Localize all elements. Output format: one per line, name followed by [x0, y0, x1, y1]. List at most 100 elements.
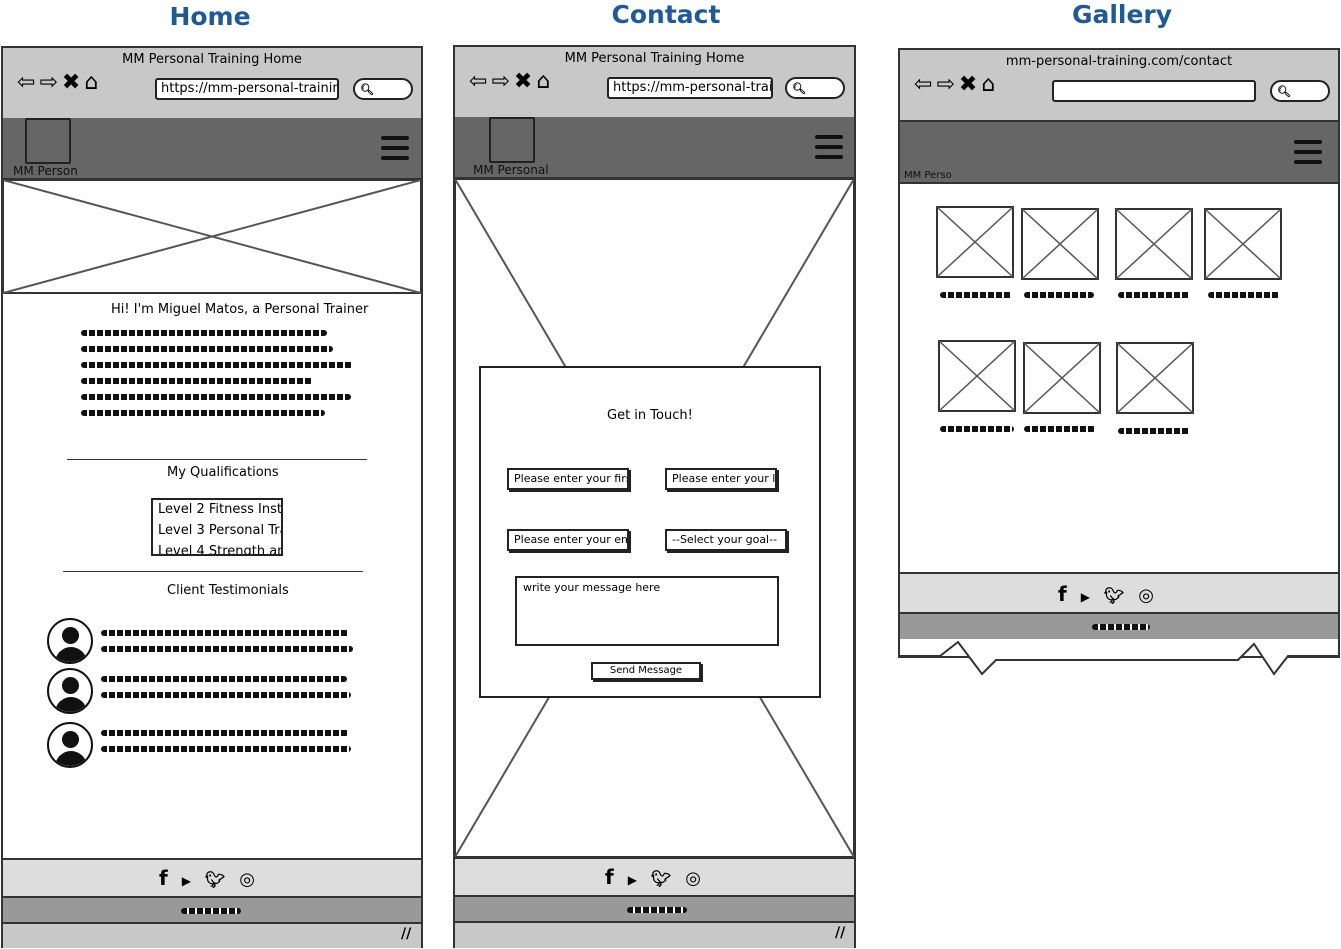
instagram-icon[interactable]: ◎	[239, 869, 269, 890]
status-bar: //	[3, 922, 421, 948]
copyright-text	[627, 907, 687, 913]
home-icon[interactable]: ⌂	[981, 72, 999, 97]
home-wireframe: MM Personal Training Home ⇦⇨✖⌂ https://m…	[1, 46, 423, 948]
copyright-text	[1092, 624, 1150, 630]
resize-handle[interactable]: //	[401, 926, 411, 942]
facebook-icon[interactable]: f	[1058, 582, 1081, 606]
site-header: MM Personal	[455, 117, 854, 179]
list-item: Level 2 Fitness Instr	[158, 502, 283, 517]
intro-heading: Hi! I'm Miguel Matos, a Personal Trainer	[111, 302, 369, 317]
arrow-left-icon[interactable]: ⇦	[17, 70, 39, 95]
instagram-icon[interactable]: ◎	[1138, 585, 1168, 606]
gallery-caption	[1208, 292, 1280, 298]
home-icon[interactable]: ⌂	[84, 70, 102, 95]
testimonial-text	[101, 746, 351, 752]
social-footer: f▶🐦︎◎	[3, 858, 421, 898]
url-input[interactable]	[1052, 80, 1256, 102]
hamburger-menu-icon[interactable]	[381, 136, 409, 166]
home-icon[interactable]: ⌂	[536, 69, 554, 94]
arrow-right-icon[interactable]: ⇨	[39, 70, 61, 95]
youtube-icon[interactable]: ▶	[182, 874, 205, 888]
copyright-text	[181, 908, 241, 914]
home-title: Home	[169, 2, 251, 31]
search-input[interactable]: 🔍︎	[353, 78, 413, 100]
facebook-icon[interactable]: f	[605, 865, 628, 889]
close-icon[interactable]: ✖	[62, 70, 84, 95]
gallery-image[interactable]	[1204, 208, 1282, 280]
testimonials-heading: Client Testimonials	[167, 583, 289, 598]
first-name-input[interactable]: Please enter your first	[507, 468, 629, 490]
gallery-image[interactable]	[1116, 342, 1194, 414]
window-title: mm-personal-training.com/contact	[1005, 54, 1233, 69]
form-heading: Get in Touch!	[607, 408, 693, 423]
resize-handle[interactable]: //	[835, 925, 845, 941]
gallery-caption	[1118, 292, 1190, 298]
gallery-image[interactable]	[938, 340, 1016, 412]
list-item: Level 4 Strength and	[158, 544, 283, 556]
send-message-button[interactable]: Send Message	[591, 662, 701, 680]
copyright-footer	[455, 895, 854, 923]
gallery-image[interactable]	[1021, 208, 1099, 280]
list-item: Level 3 Personal Trai	[158, 523, 283, 538]
avatar	[47, 722, 93, 768]
site-header: MM Perso	[900, 122, 1338, 184]
contact-form: Get in Touch! Please enter your first Pl…	[479, 366, 821, 698]
divider	[67, 459, 367, 460]
logo-text: MM Personal	[473, 163, 549, 177]
contact-title: Contact	[611, 0, 721, 29]
youtube-icon[interactable]: ▶	[628, 873, 651, 887]
close-icon[interactable]: ✖	[514, 69, 536, 94]
avatar	[47, 668, 93, 714]
arrow-left-icon[interactable]: ⇦	[914, 72, 936, 97]
qualifications-heading: My Qualifications	[167, 465, 279, 480]
goal-select[interactable]: --Select your goal--	[665, 529, 787, 551]
hamburger-menu-icon[interactable]	[815, 135, 843, 165]
instagram-icon[interactable]: ◎	[685, 868, 715, 889]
url-input[interactable]: https://mm-personal-training	[155, 78, 339, 100]
gallery-image[interactable]	[1115, 208, 1193, 280]
contact-wireframe: MM Personal Training Home ⇦⇨✖⌂ https://m…	[453, 45, 856, 948]
arrow-left-icon[interactable]: ⇦	[469, 69, 491, 94]
search-input[interactable]: 🔍︎	[785, 77, 845, 99]
hamburger-menu-icon[interactable]	[1294, 140, 1322, 170]
gallery-title: Gallery	[1071, 0, 1173, 29]
twitter-icon[interactable]: 🐦︎	[205, 870, 239, 889]
copyright-footer	[3, 896, 421, 924]
twitter-icon[interactable]: 🐦︎	[1104, 586, 1138, 605]
arrow-right-icon[interactable]: ⇨	[491, 69, 513, 94]
qualifications-list[interactable]: Level 2 Fitness Instr Level 3 Personal T…	[151, 498, 283, 556]
arrow-right-icon[interactable]: ⇨	[936, 72, 958, 97]
facebook-icon[interactable]: f	[159, 866, 182, 890]
window-title: MM Personal Training Home	[122, 52, 302, 67]
browser-chrome: mm-personal-training.com/contact ⇦⇨✖⌂ 🔍︎	[900, 50, 1338, 122]
search-icon: 🔍︎	[360, 83, 374, 96]
gallery-image[interactable]	[1023, 342, 1101, 414]
testimonial-text	[101, 730, 349, 736]
torn-edge	[898, 639, 1340, 676]
last-name-input[interactable]: Please enter your la	[665, 468, 777, 490]
gallery-image[interactable]	[936, 206, 1014, 278]
url-input[interactable]: https://mm-personal-trai	[607, 77, 773, 99]
gallery-wireframe: mm-personal-training.com/contact ⇦⇨✖⌂ 🔍︎…	[898, 48, 1340, 658]
search-icon: 🔍︎	[1277, 85, 1291, 98]
logo-placeholder	[489, 117, 535, 163]
avatar	[47, 618, 93, 664]
search-icon: 🔍︎	[792, 82, 806, 95]
gallery-caption	[1024, 292, 1094, 298]
logo-text: MM Person	[13, 164, 78, 178]
search-input[interactable]: 🔍︎	[1270, 80, 1330, 102]
testimonial-text	[101, 692, 351, 698]
close-icon[interactable]: ✖	[959, 72, 981, 97]
gallery-caption	[940, 292, 1012, 298]
browser-chrome: MM Personal Training Home ⇦⇨✖⌂ https://m…	[455, 47, 854, 119]
email-input[interactable]: Please enter your em	[507, 529, 629, 551]
testimonial-text	[101, 646, 353, 652]
message-textarea[interactable]: write your message here	[515, 576, 779, 646]
social-footer: f▶🐦︎◎	[900, 572, 1338, 612]
twitter-icon[interactable]: 🐦︎	[651, 869, 685, 888]
testimonial-text	[101, 676, 347, 682]
gallery-caption	[1118, 428, 1190, 434]
youtube-icon[interactable]: ▶	[1081, 590, 1104, 604]
logo-placeholder	[25, 118, 71, 164]
window-title: MM Personal Training Home	[564, 51, 745, 66]
